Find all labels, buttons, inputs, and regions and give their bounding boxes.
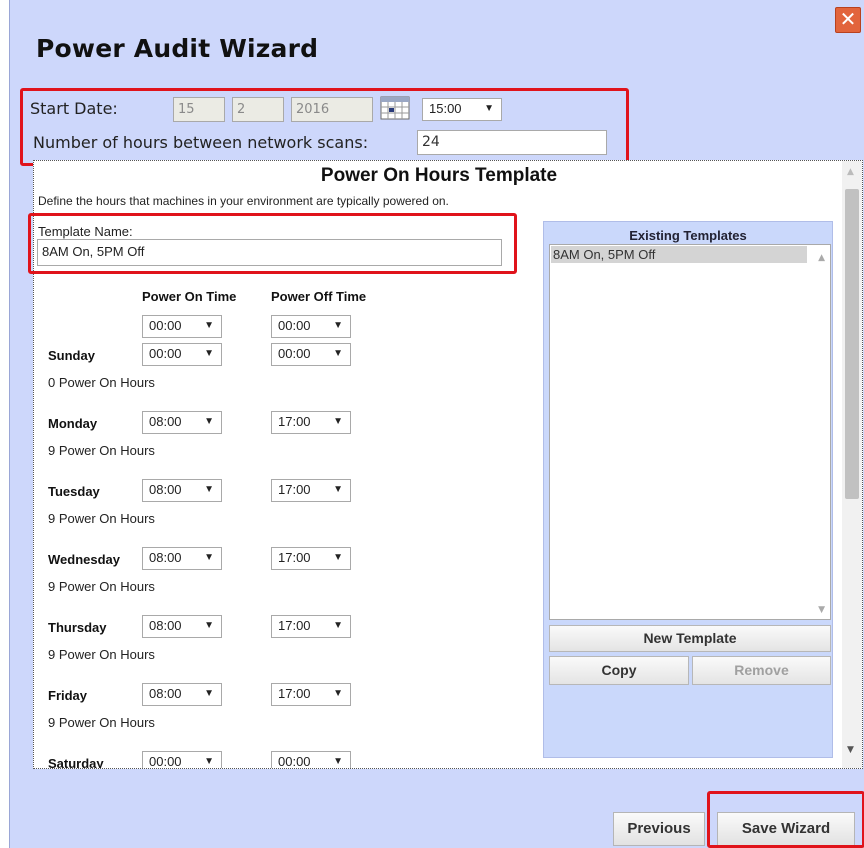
friday-hours: 9 Power On Hours — [48, 715, 155, 730]
new-template-button[interactable]: New Template — [549, 625, 831, 652]
monday-on-select[interactable]: 08:00 ▼ — [142, 411, 222, 434]
chevron-down-icon: ▼ — [484, 103, 494, 114]
close-icon[interactable]: ✕ — [835, 7, 861, 33]
template-name-input[interactable]: 8AM On, 5PM Off — [37, 239, 502, 266]
thursday-on-select[interactable]: 08:00 ▼ — [142, 615, 222, 638]
day-label-monday: Monday — [48, 416, 98, 431]
existing-templates-heading: Existing Templates — [629, 228, 747, 243]
start-date-label: Start Date: — [30, 99, 118, 118]
friday-off-select[interactable]: 17:00 ▼ — [271, 683, 351, 706]
chevron-down-icon: ▼ — [333, 348, 343, 359]
chevron-down-icon[interactable]: ▼ — [847, 745, 854, 755]
template-panel: Power On Hours Template Define the hours… — [33, 160, 863, 769]
monday-on-value: 08:00 — [149, 414, 182, 429]
dialog-title: Power Audit Wizard — [36, 34, 319, 63]
day-label-thursday: Thursday — [48, 620, 107, 635]
start-time-select[interactable]: 15:00 ▼ — [422, 98, 502, 121]
save-wizard-button[interactable]: Save Wizard — [717, 812, 855, 846]
chevron-down-icon: ▼ — [204, 348, 214, 359]
template-description: Define the hours that machines in your e… — [38, 194, 449, 208]
sunday-on-value: 00:00 — [149, 346, 182, 361]
chevron-down-icon: ▼ — [333, 688, 343, 699]
chevron-up-icon[interactable]: ▲ — [847, 167, 854, 177]
thursday-on-value: 08:00 — [149, 618, 182, 633]
day-label-saturday: Saturday — [48, 756, 104, 769]
chevron-down-icon: ▼ — [204, 620, 214, 631]
existing-templates-panel: Existing Templates 8AM On, 5PM Off ▲ ▼ N… — [543, 221, 833, 758]
thursday-off-value: 17:00 — [278, 618, 311, 633]
scan-hours-label: Number of hours between network scans: — [33, 133, 369, 152]
saturday-off-select[interactable]: 00:00 ▼ — [271, 751, 351, 769]
start-day-field[interactable]: 15 — [173, 97, 225, 122]
monday-off-select[interactable]: 17:00 ▼ — [271, 411, 351, 434]
wednesday-on-value: 08:00 — [149, 550, 182, 565]
chevron-down-icon: ▼ — [204, 416, 214, 427]
start-month-field[interactable]: 2 — [232, 97, 284, 122]
tuesday-on-select[interactable]: 08:00 ▼ — [142, 479, 222, 502]
power-on-header: Power On Time — [142, 289, 237, 304]
scan-hours-input[interactable]: 24 — [417, 130, 607, 155]
chevron-down-icon: ▼ — [333, 552, 343, 563]
saturday-on-select[interactable]: 00:00 ▼ — [142, 751, 222, 769]
extra-on-value: 00:00 — [149, 318, 182, 333]
day-label-wednesday: Wednesday — [48, 552, 121, 567]
chevron-up-icon[interactable]: ▲ — [818, 253, 825, 263]
chevron-down-icon: ▼ — [333, 620, 343, 631]
chevron-down-icon: ▼ — [204, 552, 214, 563]
scrollbar-thumb[interactable] — [845, 189, 859, 499]
saturday-on-value: 00:00 — [149, 754, 182, 769]
extra-on-select[interactable]: 00:00 ▼ — [142, 315, 222, 338]
chevron-down-icon: ▼ — [204, 320, 214, 331]
remove-button[interactable]: Remove — [692, 656, 831, 685]
thursday-hours: 9 Power On Hours — [48, 647, 155, 662]
sunday-hours: 0 Power On Hours — [48, 375, 155, 390]
template-heading: Power On Hours Template — [320, 165, 558, 186]
panel-scrollbar[interactable]: ▲ ▼ — [842, 161, 862, 768]
friday-on-select[interactable]: 08:00 ▼ — [142, 683, 222, 706]
chevron-down-icon[interactable]: ▼ — [818, 605, 825, 615]
extra-off-select[interactable]: 00:00 ▼ — [271, 315, 351, 338]
chevron-down-icon: ▼ — [333, 484, 343, 495]
monday-hours: 9 Power On Hours — [48, 443, 155, 458]
calendar-icon[interactable] — [380, 96, 410, 120]
saturday-off-value: 00:00 — [278, 754, 311, 769]
tuesday-hours: 9 Power On Hours — [48, 511, 155, 526]
previous-button[interactable]: Previous — [613, 812, 705, 846]
chevron-down-icon: ▼ — [333, 756, 343, 767]
extra-off-value: 00:00 — [278, 318, 311, 333]
sunday-off-select[interactable]: 00:00 ▼ — [271, 343, 351, 366]
day-label-friday: Friday — [48, 688, 88, 703]
copy-button[interactable]: Copy — [549, 656, 689, 685]
list-item[interactable]: 8AM On, 5PM Off — [551, 246, 807, 263]
chevron-down-icon: ▼ — [204, 484, 214, 495]
wednesday-hours: 9 Power On Hours — [48, 579, 155, 594]
tuesday-off-value: 17:00 — [278, 482, 311, 497]
friday-on-value: 08:00 — [149, 686, 182, 701]
tuesday-on-value: 08:00 — [149, 482, 182, 497]
monday-off-value: 17:00 — [278, 414, 311, 429]
sunday-off-value: 00:00 — [278, 346, 311, 361]
start-year-field[interactable]: 2016 — [291, 97, 373, 122]
power-audit-wizard-dialog: ✕ Power Audit Wizard Start Date: 15 2 20… — [9, 0, 864, 848]
template-name-label: Template Name: — [38, 224, 133, 239]
power-off-header: Power Off Time — [271, 289, 367, 304]
friday-off-value: 17:00 — [278, 686, 311, 701]
wednesday-on-select[interactable]: 08:00 ▼ — [142, 547, 222, 570]
thursday-off-select[interactable]: 17:00 ▼ — [271, 615, 351, 638]
wednesday-off-select[interactable]: 17:00 ▼ — [271, 547, 351, 570]
chevron-down-icon: ▼ — [204, 756, 214, 767]
chevron-down-icon: ▼ — [333, 416, 343, 427]
existing-templates-list[interactable]: 8AM On, 5PM Off ▲ ▼ — [549, 244, 831, 620]
chevron-down-icon: ▼ — [204, 688, 214, 699]
sunday-on-select[interactable]: 00:00 ▼ — [142, 343, 222, 366]
chevron-down-icon: ▼ — [333, 320, 343, 331]
day-label-sunday: Sunday — [48, 348, 95, 363]
day-label-tuesday: Tuesday — [48, 484, 100, 499]
tuesday-off-select[interactable]: 17:00 ▼ — [271, 479, 351, 502]
start-time-value: 15:00 — [429, 101, 462, 116]
wednesday-off-value: 17:00 — [278, 550, 311, 565]
